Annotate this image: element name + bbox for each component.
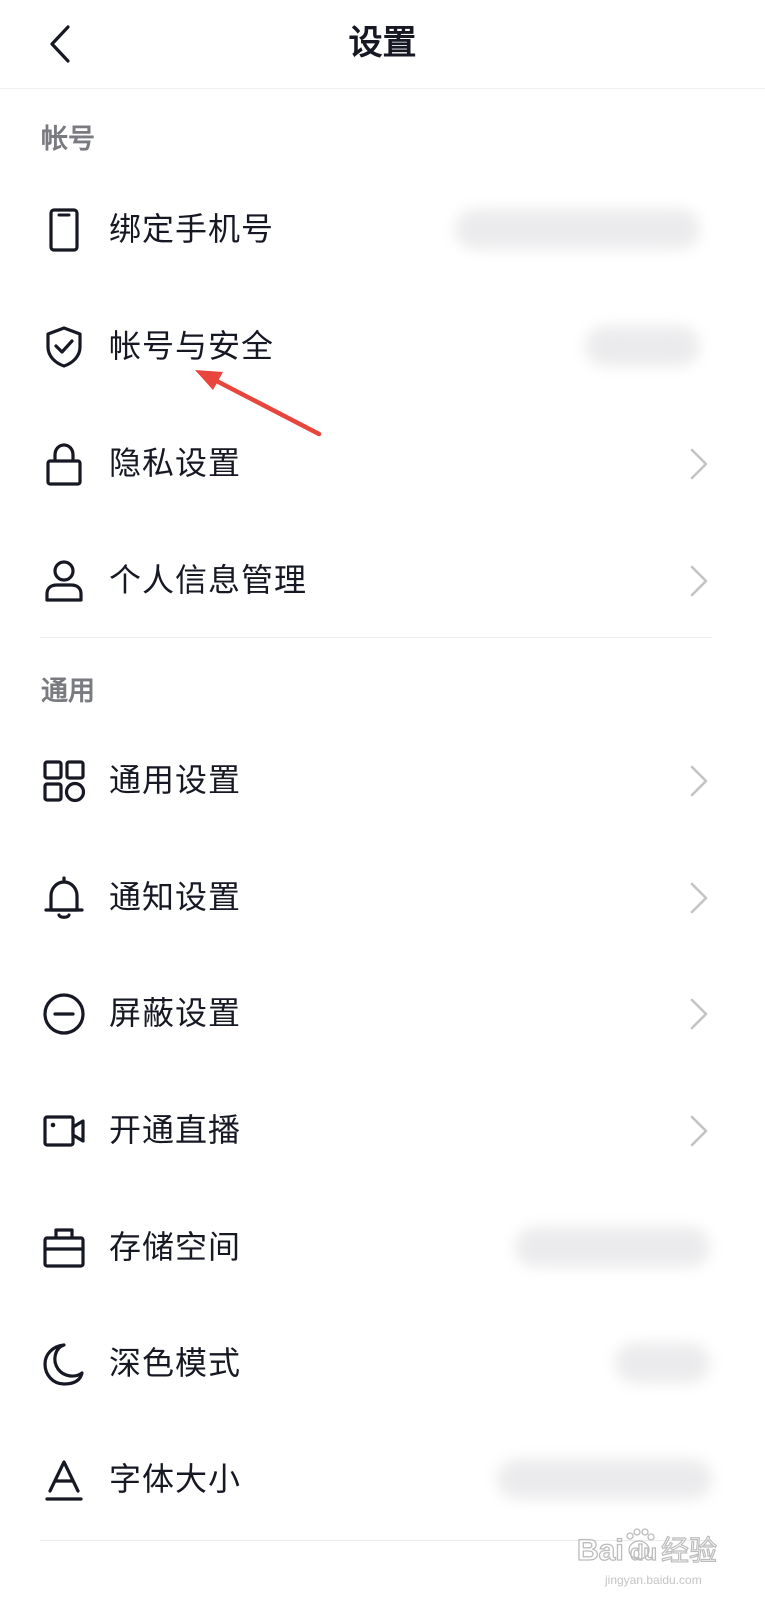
settings-item-label: 开通直播 (109, 1111, 242, 1149)
section-title-account: 帐号 (41, 124, 95, 155)
settings-item-dark-mode[interactable]: 深色模式 (0, 1305, 765, 1421)
watermark-url: jingyan.baidu.com (604, 1573, 702, 1587)
settings-item-label: 字体大小 (109, 1460, 242, 1498)
settings-item-label: 通知设置 (109, 878, 242, 916)
font-size-icon (42, 1458, 86, 1502)
settings-item-live-stream[interactable]: 开通直播 (0, 1072, 765, 1188)
settings-item-label: 个人信息管理 (109, 561, 308, 599)
shield-check-icon (42, 325, 86, 369)
settings-item-general[interactable]: 通用设置 (0, 722, 765, 838)
grid-icon (42, 759, 86, 803)
settings-item-label: 通用设置 (109, 761, 242, 799)
storage-value-blurred (515, 1227, 710, 1267)
moon-icon (42, 1342, 86, 1386)
settings-item-block[interactable]: 屏蔽设置 (0, 955, 765, 1071)
block-icon (42, 992, 86, 1036)
settings-item-label: 屏蔽设置 (109, 994, 242, 1032)
settings-item-personal-info[interactable]: 个人信息管理 (0, 522, 765, 638)
watermark-brand: Bai (577, 1534, 624, 1567)
section-divider (40, 1540, 712, 1541)
phone-icon (42, 208, 86, 252)
user-icon (42, 559, 86, 603)
watermark-service: 经验 (661, 1534, 717, 1567)
chevron-right-icon (688, 1114, 710, 1148)
video-camera-icon (42, 1109, 86, 1153)
section-divider (40, 637, 712, 638)
settings-item-label: 深色模式 (109, 1344, 242, 1382)
settings-item-bind-phone[interactable]: 绑定手机号 (0, 171, 765, 287)
section-title-general: 通用 (41, 676, 95, 707)
settings-item-label: 绑定手机号 (109, 210, 275, 248)
account-security-value-blurred (585, 326, 700, 366)
chevron-right-icon (688, 764, 710, 798)
settings-item-font-size[interactable]: 字体大小 (0, 1421, 765, 1537)
settings-item-notifications[interactable]: 通知设置 (0, 839, 765, 955)
settings-item-account-security[interactable]: 帐号与安全 (0, 288, 765, 404)
lock-icon (42, 442, 86, 486)
phone-number-value-blurred (455, 209, 700, 249)
chevron-right-icon (688, 881, 710, 915)
settings-item-label: 存储空间 (109, 1228, 242, 1266)
chevron-right-icon (688, 447, 710, 481)
dark-mode-value-blurred (615, 1343, 710, 1383)
bell-icon (42, 876, 86, 920)
watermark-brand-suffix: du (630, 1540, 657, 1565)
settings-item-storage[interactable]: 存储空间 (0, 1189, 765, 1305)
chevron-right-icon (688, 564, 710, 598)
font-size-value-blurred (497, 1459, 712, 1499)
page-title: 设置 (348, 23, 417, 63)
settings-item-label: 帐号与安全 (109, 327, 275, 365)
storage-icon (42, 1226, 86, 1270)
settings-item-privacy[interactable]: 隐私设置 (0, 405, 765, 521)
chevron-right-icon (688, 997, 710, 1031)
top-nav-bar: 设置 (0, 0, 765, 89)
settings-item-label: 隐私设置 (109, 444, 242, 482)
